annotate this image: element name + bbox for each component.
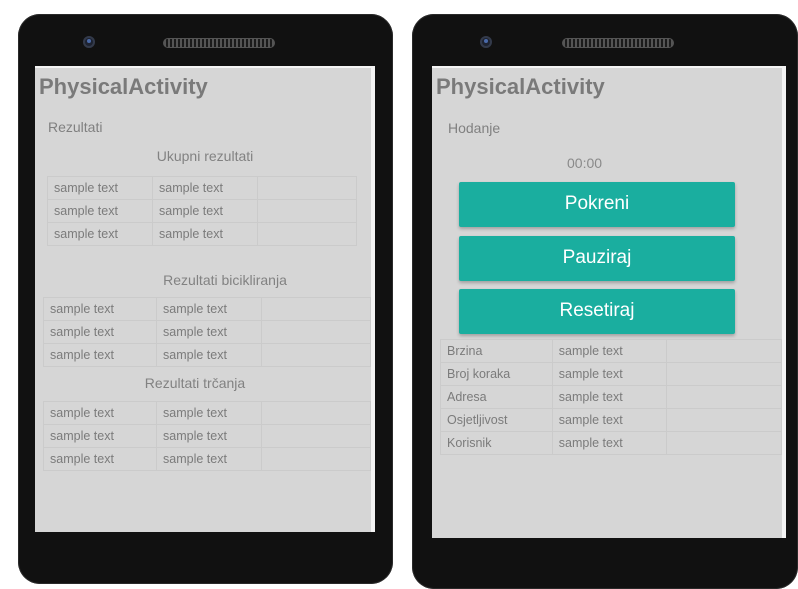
- reset-button[interactable]: Resetiraj: [459, 289, 735, 334]
- table-row: sample text sample text: [43, 343, 371, 367]
- table-row: sample text sample text: [43, 447, 371, 471]
- table-cell: [261, 424, 371, 448]
- table-cell: sample text: [156, 320, 262, 344]
- table-cell: [257, 222, 357, 246]
- speaker-grille: [163, 38, 275, 48]
- pause-button[interactable]: Pauziraj: [459, 236, 735, 281]
- total-results-table: sample text sample text sample text samp…: [47, 176, 357, 246]
- table-row: Broj koraka sample text: [440, 362, 782, 386]
- table-cell: [261, 401, 371, 425]
- table-cell: [665, 339, 782, 363]
- start-button[interactable]: Pokreni: [459, 182, 735, 227]
- walking-details-table: Brzina sample text Broj koraka sample te…: [440, 339, 782, 455]
- table-cell: [665, 362, 782, 386]
- table-cell: [665, 408, 782, 432]
- table-cell: sample text: [152, 222, 258, 246]
- table-cell: [665, 385, 782, 409]
- table-cell: sample text: [43, 401, 157, 425]
- speaker-grille: [562, 38, 674, 48]
- table-cell: sample text: [156, 401, 262, 425]
- table-cell: [261, 297, 371, 321]
- app-title: PhysicalActivity: [39, 74, 208, 99]
- detail-label: Korisnik: [440, 431, 553, 455]
- detail-value: sample text: [551, 408, 667, 432]
- table-cell: sample text: [47, 222, 153, 246]
- app-title: PhysicalActivity: [436, 74, 605, 99]
- table-row: sample text sample text: [43, 297, 371, 321]
- detail-value: sample text: [551, 362, 667, 386]
- left-phone-frame: PhysicalActivity Rezultati Ukupni rezult…: [18, 14, 393, 584]
- cycling-results-title: Rezultati bicikliranja: [163, 272, 287, 288]
- detail-label: Brzina: [440, 339, 553, 363]
- table-row: sample text sample text: [47, 199, 357, 223]
- timer-display: 00:00: [567, 155, 603, 171]
- detail-value: sample text: [551, 385, 667, 409]
- total-results-title: Ukupni rezultati: [156, 148, 254, 164]
- table-cell: sample text: [43, 320, 157, 344]
- detail-label: Osjetljivost: [440, 408, 553, 432]
- table-row: Osjetljivost sample text: [440, 408, 782, 432]
- table-row: Korisnik sample text: [440, 431, 782, 455]
- table-cell: [261, 343, 371, 367]
- detail-value: sample text: [551, 339, 667, 363]
- table-row: sample text sample text: [47, 222, 357, 246]
- results-heading: Rezultati: [48, 119, 103, 135]
- table-cell: sample text: [152, 199, 258, 223]
- running-results-title: Rezultati trčanja: [144, 375, 246, 391]
- table-row: sample text sample text: [47, 176, 357, 200]
- table-row: sample text sample text: [43, 401, 371, 425]
- right-screen: PhysicalActivity Hodanje 00:00 Pokreni P…: [432, 66, 786, 538]
- table-row: Adresa sample text: [440, 385, 782, 409]
- table-cell: [257, 176, 357, 200]
- table-cell: sample text: [156, 343, 262, 367]
- table-cell: sample text: [156, 297, 262, 321]
- right-phone-frame: PhysicalActivity Hodanje 00:00 Pokreni P…: [412, 14, 798, 589]
- table-row: Brzina sample text: [440, 339, 782, 363]
- table-cell: sample text: [156, 447, 262, 471]
- table-cell: sample text: [47, 176, 153, 200]
- walking-heading: Hodanje: [448, 120, 501, 136]
- table-cell: [261, 447, 371, 471]
- table-cell: sample text: [156, 424, 262, 448]
- table-cell: sample text: [47, 199, 153, 223]
- table-cell: [261, 320, 371, 344]
- detail-label: Broj koraka: [440, 362, 553, 386]
- table-cell: [665, 431, 782, 455]
- table-cell: sample text: [43, 447, 157, 471]
- table-row: sample text sample text: [43, 320, 371, 344]
- cycling-results-table: sample text sample text sample text samp…: [43, 297, 371, 367]
- detail-label: Adresa: [440, 385, 553, 409]
- camera-icon: [83, 36, 95, 48]
- left-screen: PhysicalActivity Rezultati Ukupni rezult…: [35, 66, 375, 532]
- table-cell: sample text: [43, 424, 157, 448]
- table-row: sample text sample text: [43, 424, 371, 448]
- running-results-table: sample text sample text sample text samp…: [43, 401, 371, 471]
- table-cell: sample text: [152, 176, 258, 200]
- camera-icon: [480, 36, 492, 48]
- table-cell: sample text: [43, 343, 157, 367]
- detail-value: sample text: [551, 431, 667, 455]
- table-cell: [257, 199, 357, 223]
- table-cell: sample text: [43, 297, 157, 321]
